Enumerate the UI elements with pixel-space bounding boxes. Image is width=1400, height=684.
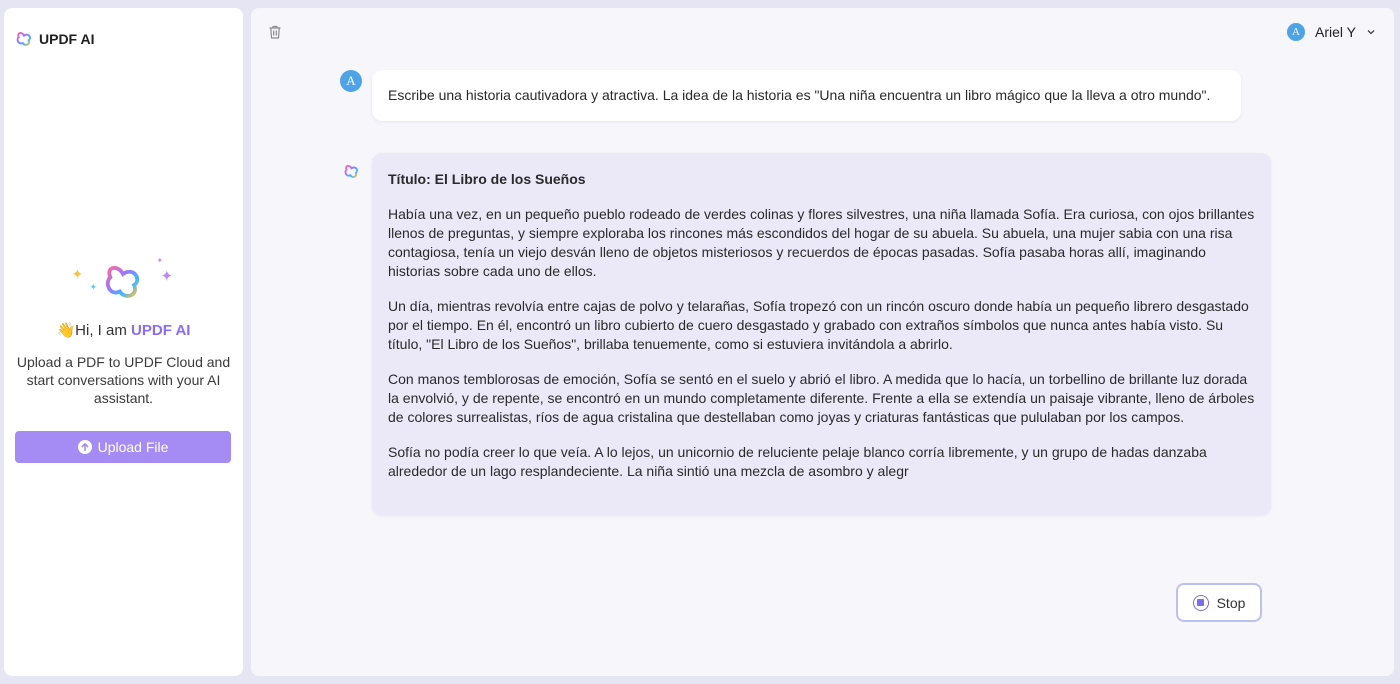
- stop-label: Stop: [1216, 594, 1246, 611]
- chat-panel: A Ariel Y A Escribe una historia cautiva…: [251, 8, 1394, 676]
- greeting: 👋Hi, I am UPDF AI: [57, 321, 191, 339]
- user-message: Escribe una historia cautivadora y atrac…: [372, 70, 1241, 121]
- sparkle-icon: ✦: [156, 256, 164, 265]
- sparkle-icon: ✦: [89, 282, 98, 292]
- stop-icon: [1192, 594, 1209, 611]
- ai-paragraph: Sofía no podía creer lo que veía. A lo l…: [388, 444, 1207, 479]
- avatar: A: [340, 70, 362, 92]
- updf-logo-icon: [16, 32, 31, 46]
- ai-paragraph: Un día, mientras revolvía entre cajas de…: [388, 298, 1249, 352]
- sidebar: UPDF AI ✦ ✦ ✦ ✦ 👋Hi, I am UPDF AI Upload…: [4, 8, 243, 676]
- brand: UPDF AI: [16, 31, 94, 47]
- hero-illustration: ✦ ✦ ✦ ✦: [64, 253, 184, 313]
- trash-icon[interactable]: [267, 24, 283, 45]
- ai-message: Título: El Libro de los Sueños Había una…: [372, 153, 1271, 515]
- welcome-panel: ✦ ✦ ✦ ✦ 👋Hi, I am UPDF AI Upload a PDF t…: [4, 253, 243, 407]
- upload-icon: [77, 440, 92, 454]
- ai-paragraph: Con manos temblorosas de emoción, Sofía …: [388, 371, 1255, 425]
- brand-name: UPDF AI: [39, 31, 95, 47]
- sparkle-icon: ✦: [71, 266, 84, 282]
- user-message-row: A Escribe una historia cautivadora y atr…: [340, 70, 1241, 121]
- greeting-text: 👋Hi, I am: [56, 322, 132, 339]
- updf-logo-icon: [344, 165, 359, 178]
- ai-message-title: Título: El Libro de los Sueños: [388, 171, 586, 187]
- greeting-highlight: UPDF AI: [131, 322, 191, 339]
- ai-paragraph: Había una vez, en un pequeño pueblo rode…: [388, 206, 1255, 279]
- sidebar-description: Upload a PDF to UPDF Cloud and start con…: [16, 354, 231, 406]
- chevron-down-icon: [1367, 30, 1375, 35]
- avatar: A: [1287, 23, 1306, 41]
- upload-file-button[interactable]: Upload File: [15, 431, 231, 463]
- user-menu[interactable]: A Ariel Y: [1287, 23, 1376, 41]
- updf-logo-icon: [105, 266, 139, 298]
- upload-file-label: Upload File: [97, 439, 169, 455]
- sparkle-icon: ✦: [160, 268, 174, 285]
- ai-message-row: Título: El Libro de los Sueños Había una…: [344, 153, 1271, 515]
- stop-button[interactable]: Stop: [1176, 583, 1262, 622]
- user-name: Ariel Y: [1315, 24, 1356, 40]
